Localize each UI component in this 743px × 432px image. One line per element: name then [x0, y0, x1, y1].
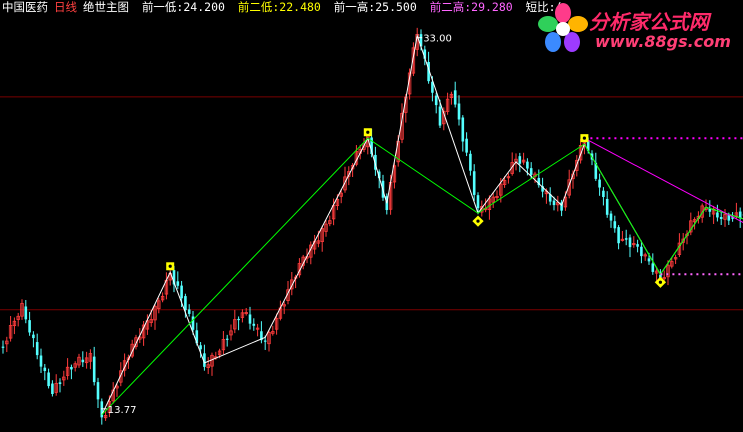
candle-body [472, 171, 476, 195]
candle-body [176, 281, 180, 286]
zigzag-minor-line [101, 33, 743, 416]
candle-body [39, 355, 43, 367]
price-labels: 33.00 13.77 [100, 34, 452, 416]
candle-body [617, 227, 620, 244]
pivot-marker-dot [366, 130, 370, 134]
field-prev-low-1: 前一低:24.200 [141, 0, 225, 14]
candle-body [469, 153, 472, 171]
zigzag-major-line [101, 137, 743, 416]
candle-body [529, 168, 533, 175]
candle-body [81, 359, 85, 363]
indicator-header: 中国医药 日线 绝世主图 前一低:24.200 前二低:22.480 前一高:25.… [2, 0, 569, 14]
candle-body [263, 340, 267, 342]
candle-body [526, 161, 529, 169]
candle-body [184, 296, 187, 311]
trend-lines [101, 33, 743, 416]
candle-body [51, 383, 54, 394]
candle-body [47, 372, 50, 387]
candle-body [24, 306, 28, 320]
candle-body [609, 213, 613, 221]
candle-body [640, 246, 643, 257]
candle-body [465, 138, 468, 153]
candle-body [434, 95, 438, 106]
candle-body [96, 382, 100, 400]
flower-icon [538, 3, 588, 52]
candle-body [552, 200, 556, 206]
pivot-marker-dot [168, 264, 172, 268]
security-name[interactable]: 中国医药 [2, 0, 48, 14]
candle-body [70, 366, 73, 370]
candle-body [248, 314, 252, 324]
pivot-marker-dot [476, 219, 480, 223]
candle-body [602, 190, 605, 198]
candle-body [605, 198, 609, 215]
candle-body [716, 212, 719, 218]
candle-body [28, 320, 31, 333]
candle-body [438, 106, 442, 126]
candle-body [32, 334, 35, 339]
candle-body [476, 195, 480, 209]
candle-body [598, 179, 601, 188]
candle-body [180, 285, 183, 299]
pivot-marker-dot [582, 136, 587, 140]
candle-body [252, 323, 256, 326]
field-prev-high-1: 前一高:25.500 [333, 0, 417, 14]
candle-body [1, 346, 5, 348]
candle-body [651, 263, 655, 272]
candle-body [237, 318, 240, 321]
candle-body [518, 156, 522, 164]
candle-body [453, 90, 457, 105]
candle-body [58, 382, 62, 385]
price-chart[interactable]: 33.00 13.77 [0, 0, 743, 432]
candle-body [92, 356, 96, 383]
candle-body [624, 238, 628, 240]
candle-body [636, 244, 639, 247]
logo-url: www.88gs.com [595, 32, 731, 51]
price-label: 13.77 [108, 405, 137, 416]
candle-body [719, 217, 723, 220]
site-logo: 分析家公式网 www.88gs.com [537, 2, 737, 56]
candle-body [199, 345, 202, 350]
period-label[interactable]: 日线 [54, 0, 77, 14]
candle-body [613, 221, 617, 229]
candle-body [187, 309, 191, 314]
candle-body [35, 342, 39, 356]
candle-body [647, 258, 651, 262]
candle-body [461, 117, 465, 142]
candle-body [225, 338, 229, 340]
logo-title: 分析家公式网 [589, 10, 709, 34]
pivot-markers [166, 128, 667, 288]
field-prev-high-2: 前二高:29.280 [429, 0, 513, 14]
indicator-name[interactable]: 绝世主图 [83, 0, 129, 14]
candle-body [100, 401, 104, 418]
pivot-marker-dot [658, 280, 663, 284]
candle-body [628, 237, 632, 248]
candle-body [457, 103, 461, 120]
candle-body [43, 367, 47, 371]
price-label: 33.00 [423, 34, 452, 45]
field-prev-low-2: 前二低:22.480 [237, 0, 321, 14]
